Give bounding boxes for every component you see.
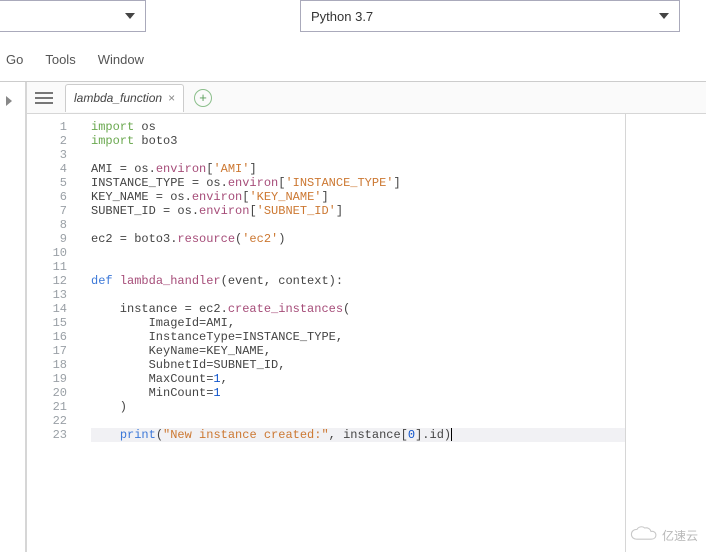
code-line[interactable]: import boto3: [91, 134, 625, 148]
code-line[interactable]: AMI = os.environ['AMI']: [91, 162, 625, 176]
line-number: 4: [27, 162, 67, 176]
code-line[interactable]: [91, 288, 625, 302]
line-number: 14: [27, 302, 67, 316]
menu-tools[interactable]: Tools: [45, 52, 75, 67]
code-line[interactable]: MinCount=1: [91, 386, 625, 400]
add-tab-button[interactable]: +: [194, 89, 212, 107]
tab-list-icon[interactable]: [35, 90, 53, 106]
line-number: 8: [27, 218, 67, 232]
runtime-select[interactable]: Python 3.7: [300, 0, 680, 32]
side-panel-collapsed: [0, 82, 26, 552]
code-line[interactable]: INSTANCE_TYPE = os.environ['INSTANCE_TYP…: [91, 176, 625, 190]
code-line[interactable]: [91, 218, 625, 232]
expand-panel-icon[interactable]: [6, 96, 12, 106]
line-number: 19: [27, 372, 67, 386]
code-line[interactable]: KEY_NAME = os.environ['KEY_NAME']: [91, 190, 625, 204]
top-select-row: Python 3.7: [0, 0, 706, 36]
code-line[interactable]: print("New instance created:", instance[…: [91, 428, 625, 442]
code-editor[interactable]: 1234567891011121314151617181920212223 im…: [27, 114, 626, 552]
line-number: 12: [27, 274, 67, 288]
line-number: 6: [27, 190, 67, 204]
line-number: 9: [27, 232, 67, 246]
code-content[interactable]: import osimport boto3 AMI = os.environ['A…: [77, 114, 625, 552]
code-line[interactable]: [91, 260, 625, 274]
code-line[interactable]: ): [91, 400, 625, 414]
code-line[interactable]: [91, 246, 625, 260]
line-number: 3: [27, 148, 67, 162]
tab-bar: lambda_function × +: [27, 82, 706, 114]
line-number: 15: [27, 316, 67, 330]
menu-go[interactable]: Go: [6, 52, 23, 67]
line-number-gutter: 1234567891011121314151617181920212223: [27, 114, 77, 552]
line-number: 11: [27, 260, 67, 274]
line-number: 20: [27, 386, 67, 400]
line-number: 17: [27, 344, 67, 358]
chevron-down-icon: [659, 13, 669, 19]
code-line[interactable]: SubnetId=SUBNET_ID,: [91, 358, 625, 372]
code-line[interactable]: SUBNET_ID = os.environ['SUBNET_ID']: [91, 204, 625, 218]
code-line[interactable]: def lambda_handler(event, context):: [91, 274, 625, 288]
line-number: 22: [27, 414, 67, 428]
code-line[interactable]: ImageId=AMI,: [91, 316, 625, 330]
line-number: 18: [27, 358, 67, 372]
code-line[interactable]: instance = ec2.create_instances(: [91, 302, 625, 316]
line-number: 13: [27, 288, 67, 302]
close-icon[interactable]: ×: [168, 91, 175, 105]
line-number: 23: [27, 428, 67, 442]
line-number: 10: [27, 246, 67, 260]
line-number: 5: [27, 176, 67, 190]
line-number: 7: [27, 204, 67, 218]
line-number: 1: [27, 120, 67, 134]
tab-label: lambda_function: [74, 91, 162, 105]
chevron-down-icon: [125, 13, 135, 19]
line-number: 2: [27, 134, 67, 148]
code-line[interactable]: MaxCount=1,: [91, 372, 625, 386]
editor-area: lambda_function × + 12345678910111213141…: [26, 82, 706, 552]
code-line[interactable]: InstanceType=INSTANCE_TYPE,: [91, 330, 625, 344]
code-line[interactable]: KeyName=KEY_NAME,: [91, 344, 625, 358]
runtime-role-select[interactable]: [0, 0, 146, 32]
workspace: lambda_function × + 12345678910111213141…: [0, 82, 706, 552]
code-line[interactable]: import os: [91, 120, 625, 134]
code-line[interactable]: ec2 = boto3.resource('ec2'): [91, 232, 625, 246]
line-number: 16: [27, 330, 67, 344]
line-number: 21: [27, 400, 67, 414]
code-line[interactable]: [91, 414, 625, 428]
runtime-value: Python 3.7: [311, 9, 373, 24]
tab-lambda-function[interactable]: lambda_function ×: [65, 84, 184, 112]
menu-bar: Go Tools Window: [0, 36, 706, 82]
code-line[interactable]: [91, 148, 625, 162]
text-cursor: [451, 428, 452, 441]
menu-window[interactable]: Window: [98, 52, 144, 67]
